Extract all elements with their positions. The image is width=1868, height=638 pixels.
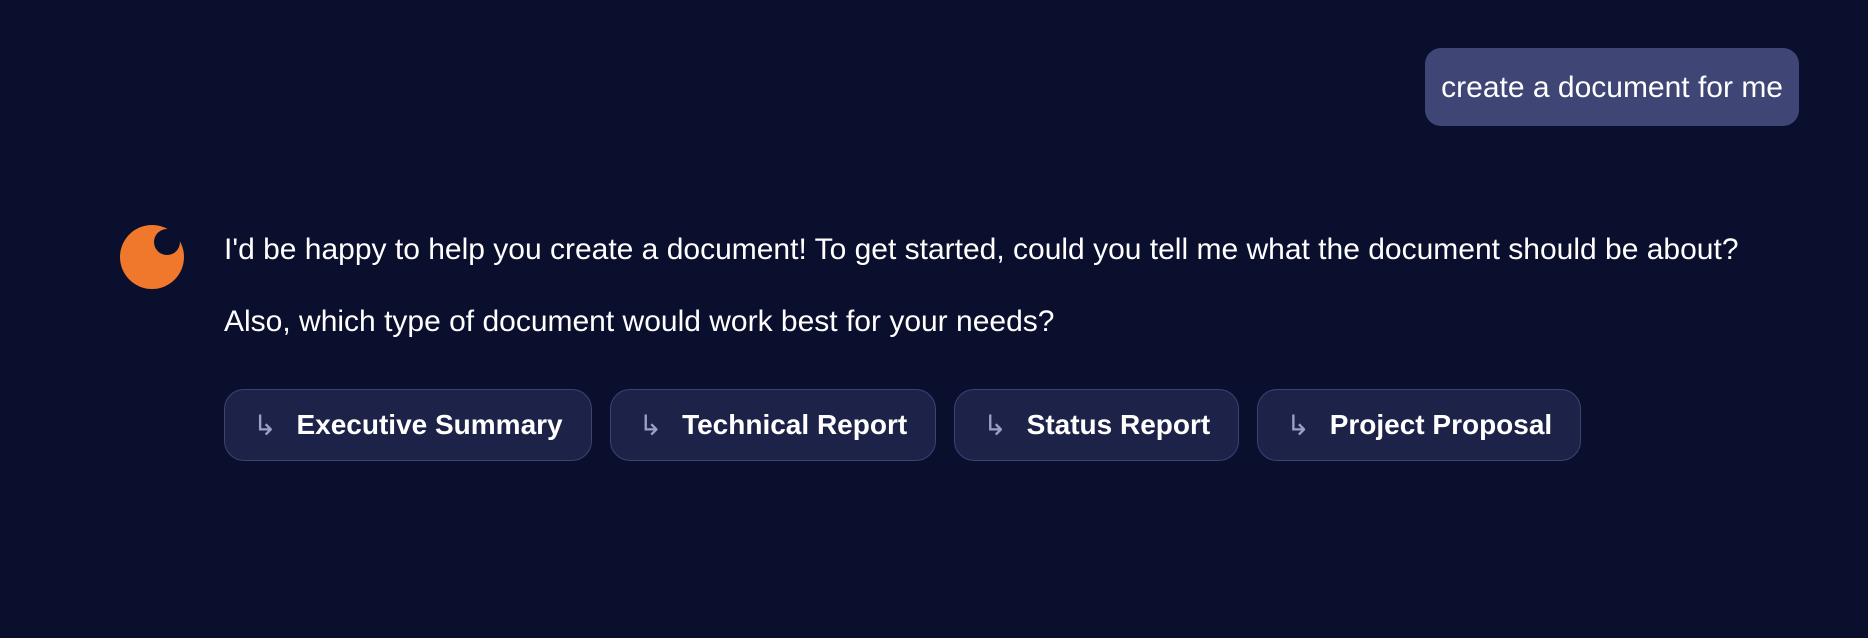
option-technical-report-button[interactable]: ↳ Technical Report bbox=[609, 389, 937, 461]
return-arrow-icon: ↳ bbox=[983, 409, 1007, 441]
assistant-paragraph: I'd be happy to help you create a docume… bbox=[224, 233, 1739, 266]
user-message-row: create a document for me bbox=[1425, 48, 1799, 126]
option-label: Technical Report bbox=[682, 409, 908, 440]
return-arrow-icon: ↳ bbox=[1286, 409, 1310, 441]
user-message-bubble: create a document for me bbox=[1425, 48, 1799, 126]
return-arrow-icon: ↳ bbox=[253, 409, 277, 441]
assistant-avatar-icon bbox=[120, 225, 184, 289]
option-label: Status Report bbox=[1026, 409, 1211, 440]
assistant-message-content: I'd be happy to help you create a docume… bbox=[224, 222, 1808, 461]
option-label: Project Proposal bbox=[1329, 409, 1553, 440]
assistant-paragraph: Also, which type of document would work … bbox=[224, 305, 1055, 338]
suggestion-options: ↳ Executive Summary ↳ Technical Report ↳… bbox=[224, 389, 1808, 461]
option-status-report-button[interactable]: ↳ Status Report bbox=[954, 389, 1240, 461]
return-arrow-icon: ↳ bbox=[638, 409, 663, 441]
avatar-eye bbox=[154, 229, 180, 255]
option-label: Executive Summary bbox=[296, 409, 563, 440]
option-executive-summary-button[interactable]: ↳ Executive Summary bbox=[224, 389, 592, 461]
assistant-message: I'd be happy to help you create a docume… bbox=[120, 222, 1808, 461]
option-project-proposal-button[interactable]: ↳ Project Proposal bbox=[1257, 389, 1582, 461]
